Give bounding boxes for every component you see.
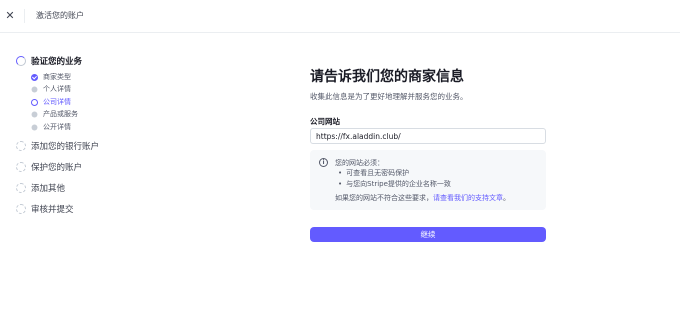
- pending-dot-icon: [31, 124, 38, 130]
- substep-products-services[interactable]: 产品或服务: [31, 109, 78, 119]
- step-label: 审核并提交: [31, 205, 74, 215]
- step-label: 验证您的业务: [31, 57, 83, 67]
- substep-label: 公司详情: [43, 98, 71, 106]
- step-pending-icon: [16, 162, 26, 172]
- pending-dot-icon: [31, 86, 38, 92]
- notice-footer-text: 如果您的网站不符合这些要求，: [335, 194, 433, 202]
- substep-company-details[interactable]: 公司详情: [31, 97, 71, 107]
- step-pending-icon: [16, 141, 26, 151]
- top-bar: ✕ 激活您的账户: [0, 0, 680, 33]
- substep-label: 产品或服务: [43, 110, 78, 118]
- close-icon[interactable]: ✕: [3, 9, 17, 23]
- pending-dot-icon: [31, 111, 38, 117]
- step-add-bank-account[interactable]: 添加您的银行账户: [16, 140, 99, 152]
- substep-label: 商家类型: [43, 73, 71, 81]
- page-subtitle: 收集此信息是为了更好地理解并服务您的业务。: [310, 92, 468, 101]
- step-pending-icon: [16, 204, 26, 214]
- step-verify-business[interactable]: 验证您的业务: [16, 55, 82, 67]
- support-article-link[interactable]: 请查看我们的支持文章: [433, 194, 503, 202]
- step-secure-account[interactable]: 保护您的账户: [16, 161, 82, 173]
- website-requirements-notice: i 您的网站必须： 可查看且无密码保护 与您向Stripe提供的企业名称一致 如…: [310, 150, 546, 210]
- step-label: 添加其他: [31, 184, 66, 194]
- divider: [24, 9, 25, 23]
- step-review-submit[interactable]: 审核并提交: [16, 203, 74, 215]
- notice-footer: 如果您的网站不符合这些要求，请查看我们的支持文章。: [335, 193, 510, 203]
- step-pending-icon: [16, 183, 26, 193]
- substep-label: 公开详情: [43, 123, 71, 131]
- info-icon: i: [319, 158, 328, 167]
- continue-button[interactable]: 继续: [310, 227, 546, 242]
- substep-public-details[interactable]: 公开详情: [31, 122, 71, 132]
- list-item: 可查看且无密码保护: [338, 168, 451, 179]
- step-label: 添加您的银行账户: [31, 142, 100, 152]
- step-label: 保护您的账户: [31, 163, 83, 173]
- substep-business-type[interactable]: 商家类型: [31, 72, 71, 82]
- step-add-extras[interactable]: 添加其他: [16, 182, 65, 194]
- check-icon: [31, 73, 38, 81]
- list-item: 与您向Stripe提供的企业名称一致: [338, 179, 451, 190]
- notice-heading: 您的网站必须：: [335, 159, 384, 167]
- substep-label: 个人详情: [43, 85, 71, 93]
- notice-footer-end: 。: [503, 194, 510, 202]
- website-input[interactable]: [310, 128, 546, 144]
- step-progress-icon: [16, 56, 26, 66]
- website-field-label: 公司网站: [310, 117, 340, 126]
- requirements-list: 可查看且无密码保护 与您向Stripe提供的企业名称一致: [338, 168, 451, 190]
- page-title: 请告诉我们您的商家信息: [310, 69, 464, 85]
- page-header-title: 激活您的账户: [36, 11, 84, 20]
- substep-personal-details[interactable]: 个人详情: [31, 84, 71, 94]
- current-dot-icon: [31, 98, 38, 106]
- main-content: 请告诉我们您的商家信息 收集此信息是为了更好地理解并服务您的业务。: [310, 66, 546, 102]
